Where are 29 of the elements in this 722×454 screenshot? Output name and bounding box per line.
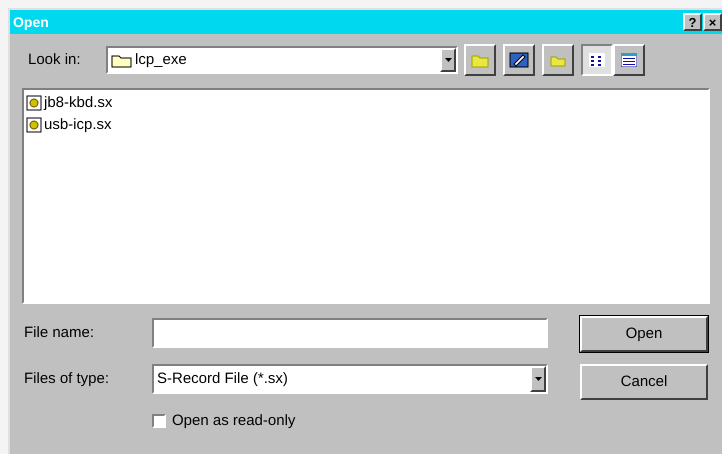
file-type-dropdown[interactable]: S-Record File (*.sx) — [152, 364, 548, 394]
look-in-value: lcp_exe — [135, 50, 188, 70]
file-icon — [26, 117, 42, 133]
read-only-label: Open as read-only — [172, 411, 296, 431]
file-icon — [26, 95, 42, 111]
open-button[interactable]: Open — [580, 316, 708, 352]
caret-icon — [444, 58, 452, 62]
close-button[interactable]: × — [703, 13, 722, 31]
file-item[interactable]: jb8-kbd.sx — [26, 92, 706, 114]
file-name: usb-icp.sx — [44, 114, 112, 135]
file-name-label: File name: — [24, 322, 96, 343]
look-in-label: Look in: — [28, 50, 82, 70]
file-type-value: S-Record File (*.sx) — [156, 368, 289, 389]
list-view-icon — [589, 53, 605, 67]
file-name: jb8-kbd.sx — [44, 92, 112, 113]
caret-icon — [534, 377, 542, 381]
window-title: Open — [13, 12, 49, 32]
details-view-icon — [621, 53, 637, 67]
read-only-checkbox[interactable] — [152, 414, 166, 428]
file-item[interactable]: usb-icp.sx — [26, 114, 706, 136]
look-in-dropdown[interactable]: lcp_exe — [106, 46, 458, 74]
cancel-button[interactable]: Cancel — [580, 364, 708, 400]
dropdown-button[interactable] — [440, 48, 456, 72]
toolbar-button[interactable] — [581, 44, 613, 76]
help-button[interactable]: ? — [683, 13, 702, 31]
file-name-field[interactable] — [152, 318, 548, 348]
desktop-icon — [509, 51, 529, 69]
file-type-label: Files of type: — [24, 368, 110, 389]
dropdown-button[interactable] — [530, 366, 546, 392]
